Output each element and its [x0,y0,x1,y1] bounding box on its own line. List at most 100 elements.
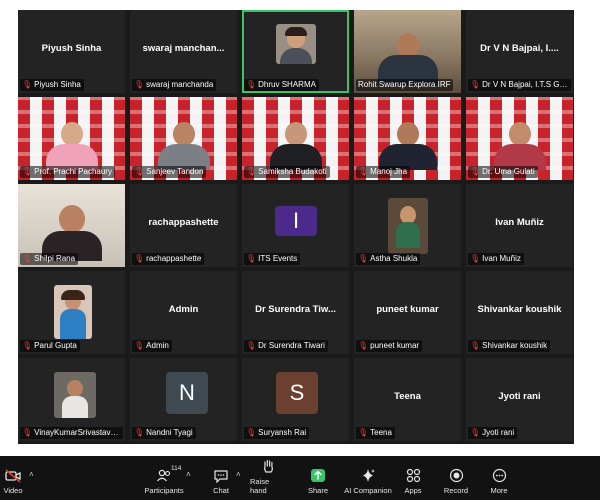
participant-display-name: Shivankar koushik [477,304,562,315]
participant-nameplate: 🎙︎ ITS Events [244,253,301,265]
nameplate-label: Prof. Prachi Pachaury [34,167,112,176]
share-screen-icon [311,469,325,482]
participant-display-name: Jyoti rani [498,391,541,402]
participant-tile[interactable]: 🎙︎ Parul Gupta [18,271,125,354]
mic-muted-icon: 🎙︎ [470,80,481,89]
participant-tile[interactable]: Shivankar koushik 🎙︎ Shivankar koushik [466,271,573,354]
mic-muted-icon: 🎙︎ [358,341,369,350]
participant-tile[interactable]: Dr V N Bajpai, I.... 🎙︎ Dr V N Bajpai, I.… [466,10,573,93]
profile-photo [276,24,316,64]
video-options-caret-icon[interactable]: ˄ [29,470,34,479]
participant-display-name: Piyush Sinha [41,43,102,54]
participant-nameplate: 🎙︎VinayKumarSrivastava@ITS-IN [20,427,123,439]
nameplate-label: Shivankar koushik [482,341,548,350]
nameplate-label: Samiksha Budakoti [258,167,327,176]
letter-avatar: S [276,372,318,414]
mic-muted-icon: 🎙︎ [134,428,145,437]
person-figure [493,122,546,170]
participant-tile[interactable]: I 🎙︎ ITS Events [242,184,349,267]
participant-tile-active-speaker[interactable]: 🎙︎ Dhruv SHARMA [242,10,349,93]
mic-muted-icon: 🎙︎ [22,167,33,176]
mic-muted-icon: 🎙︎ [22,341,33,350]
participant-tile[interactable]: S 🎙︎ Suryansh Rai [242,358,349,441]
participant-nameplate: 🎙︎ Astha Shukla [356,253,421,265]
participant-tile[interactable]: 🎙︎ Sanjeev Tandon [130,97,237,180]
participant-display-name: Teena [394,391,421,402]
nameplate-label: rachappashette [146,254,202,263]
participant-nameplate: 🎙︎Dr V N Bajpai, I.T.S Ghaziabad [468,79,571,91]
apps-button[interactable]: Apps [402,456,424,500]
participant-tile[interactable]: 🎙︎ Shilpi Rana [18,184,125,267]
chat-options-caret-icon[interactable]: ˄ [236,470,241,479]
participant-tile[interactable]: Piyush Sinha 🎙︎ Piyush Sinha [18,10,125,93]
participant-tile[interactable]: 🎙︎ Prof. Prachi Pachaury [18,97,125,180]
mic-muted-icon: 🎙︎ [358,254,369,263]
chat-label: Chat [213,486,229,495]
participant-tile[interactable]: 🎙︎ Dr. Uma Gulati [466,97,573,180]
more-button[interactable]: More [486,456,512,500]
participant-tile[interactable]: 🎙︎ Manoj Jha [354,97,461,180]
nameplate-label: Dr. Uma Gulati [482,167,535,176]
nameplate-label: Dr V N Bajpai, I.T.S Ghaziabad [482,80,571,89]
participant-tile[interactable]: puneet kumar 🎙︎ puneet kumar [354,271,461,354]
mic-muted-icon: 🎙︎ [246,341,257,350]
ai-sparkle-icon [363,469,375,482]
record-button[interactable]: Record [442,456,470,500]
participant-display-name: Dr Surendra Tiw... [255,304,336,315]
participant-display-name: Admin [168,304,199,315]
mic-muted-icon: 🎙︎ [470,428,481,437]
raise-hand-button[interactable]: Raise hand [250,456,286,500]
record-label: Record [443,486,469,495]
apps-label: Apps [404,486,422,495]
nameplate-label: Parul Gupta [34,341,77,350]
participant-nameplate: 🎙︎ Suryansh Rai [244,427,310,439]
mic-muted-icon: 🎙︎ [358,428,369,437]
participant-tile[interactable]: 🎙︎ Samiksha Budakoti [242,97,349,180]
ai-companion-button[interactable]: AI Companion [344,456,392,500]
mic-muted-icon: 🎙︎ [246,254,257,263]
participant-tile[interactable]: Admin 🎙︎ Admin [130,271,237,354]
participants-button[interactable]: Participants [142,456,186,500]
participant-nameplate: Rohit Swarup Explora IRF [356,79,454,91]
participant-nameplate: 🎙︎ Teena [356,427,395,439]
meeting-window: Piyush Sinha 🎙︎ Piyush Sinha swaraj manch… [0,0,600,500]
video-button[interactable]: Video [2,456,24,500]
nameplate-label: Teena [370,428,392,437]
nameplate-label: VinayKumarSrivastava@ITS-IN [34,428,123,437]
participant-nameplate: 🎙︎ Samiksha Budakoti [244,166,330,178]
raise-hand-label: Raise hand [250,477,270,495]
participant-tile[interactable]: Ivan Muñiz 🎙︎ Ivan Muñiz [466,184,573,267]
participant-nameplate: 🎙︎ puneet kumar [356,340,423,352]
participant-tile[interactable]: swaraj manchan... 🎙︎ swaraj manchanda [130,10,237,93]
nameplate-label: Suryansh Rai [258,428,307,437]
participant-tile[interactable]: rachappashette 🎙︎ rachappashette [130,184,237,267]
nameplate-label: Admin [146,341,169,350]
participant-tile[interactable]: Rohit Swarup Explora IRF [354,10,461,93]
letter-avatar: N [166,372,208,414]
participant-tile[interactable]: Dr Surendra Tiw... 🎙︎ Dr Surendra Tiwari [242,271,349,354]
participant-nameplate: 🎙︎ Dhruv SHARMA [244,79,319,91]
mic-muted-icon: 🎙︎ [134,167,145,176]
nameplate-label: Piyush Sinha [34,80,81,89]
share-button[interactable]: Share [304,456,332,500]
person-figure [157,122,210,170]
mic-muted-icon: 🎙︎ [470,167,481,176]
participant-tile[interactable]: Jyoti rani 🎙︎ Jyoti rani [466,358,573,441]
participant-nameplate: 🎙︎ Shivankar koushik [468,340,551,352]
nameplate-label: puneet kumar [370,341,420,350]
participant-nameplate: 🎙︎ Shilpi Rana [20,253,79,265]
nameplate-label: swaraj manchanda [146,80,214,89]
chat-button[interactable]: Chat [209,456,233,500]
participant-tile[interactable]: N 🎙︎ Nandni Tyagi [130,358,237,441]
participants-options-caret-icon[interactable]: ˄ [186,470,191,479]
participant-nameplate: 🎙︎ Dr. Uma Gulati [468,166,538,178]
profile-photo [54,285,92,339]
profile-photo [388,198,428,254]
participants-count: 114 [171,465,182,472]
participant-display-name: Dr V N Bajpai, I.... [480,43,559,54]
person-figure [269,122,322,170]
nameplate-label: ITS Events [258,254,298,263]
participant-tile[interactable]: 🎙︎VinayKumarSrivastava@ITS-IN [18,358,125,441]
participant-tile[interactable]: 🎙︎ Astha Shukla [354,184,461,267]
participant-tile[interactable]: Teena 🎙︎ Teena [354,358,461,441]
